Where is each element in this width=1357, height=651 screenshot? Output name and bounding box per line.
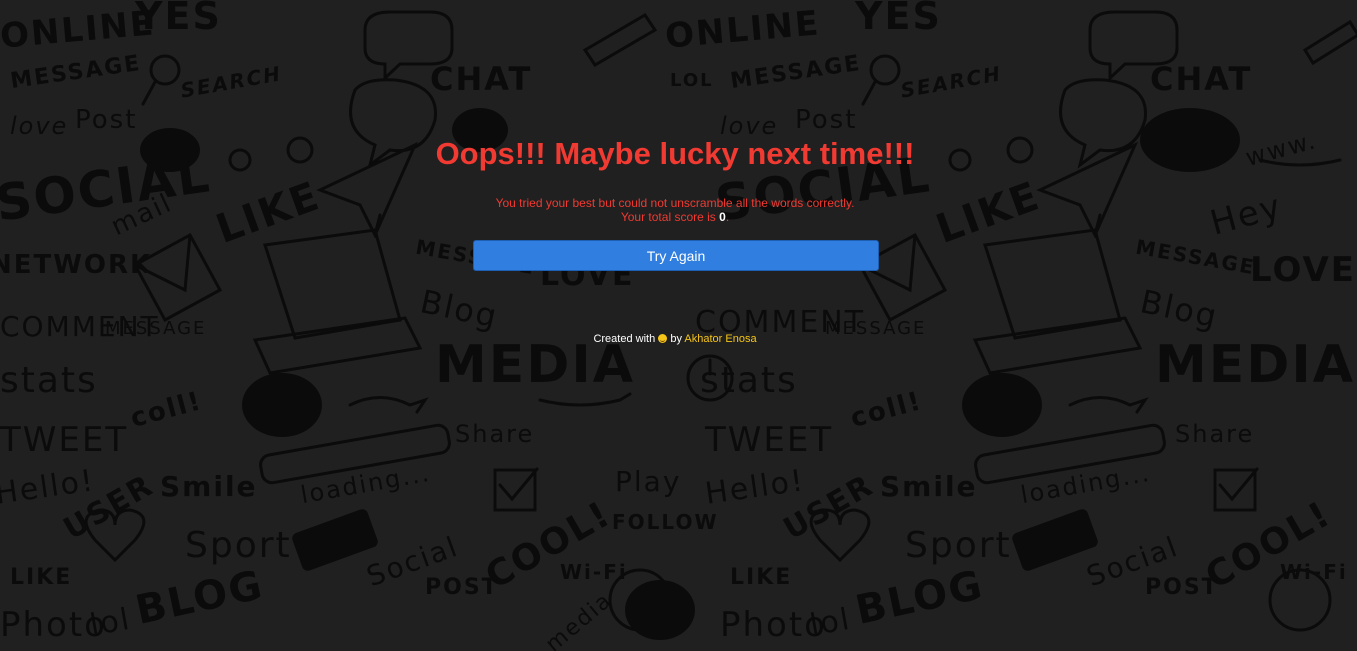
- author-link[interactable]: Akhator Enosa: [684, 333, 756, 345]
- result-message-line1: You tried your best but could not unscra…: [495, 196, 855, 210]
- score-suffix: .: [725, 210, 730, 224]
- result-message: You tried your best but could not unscra…: [0, 196, 1350, 224]
- try-again-button[interactable]: Try Again: [473, 240, 879, 271]
- result-panel: Oops!!! Maybe lucky next time!!! You tri…: [0, 0, 1357, 651]
- footer-credit: Created with by Akhator Enosa: [0, 332, 1350, 346]
- result-title: Oops!!! Maybe lucky next time!!!: [435, 136, 915, 171]
- score-prefix: Your total score is: [620, 210, 720, 224]
- by-text: by: [670, 333, 682, 345]
- result-message-line2: Your total score is 0.: [0, 210, 1350, 224]
- smiley-face-icon: [658, 334, 668, 343]
- created-with-text: Created with: [593, 333, 656, 345]
- score-value: 0: [719, 210, 726, 224]
